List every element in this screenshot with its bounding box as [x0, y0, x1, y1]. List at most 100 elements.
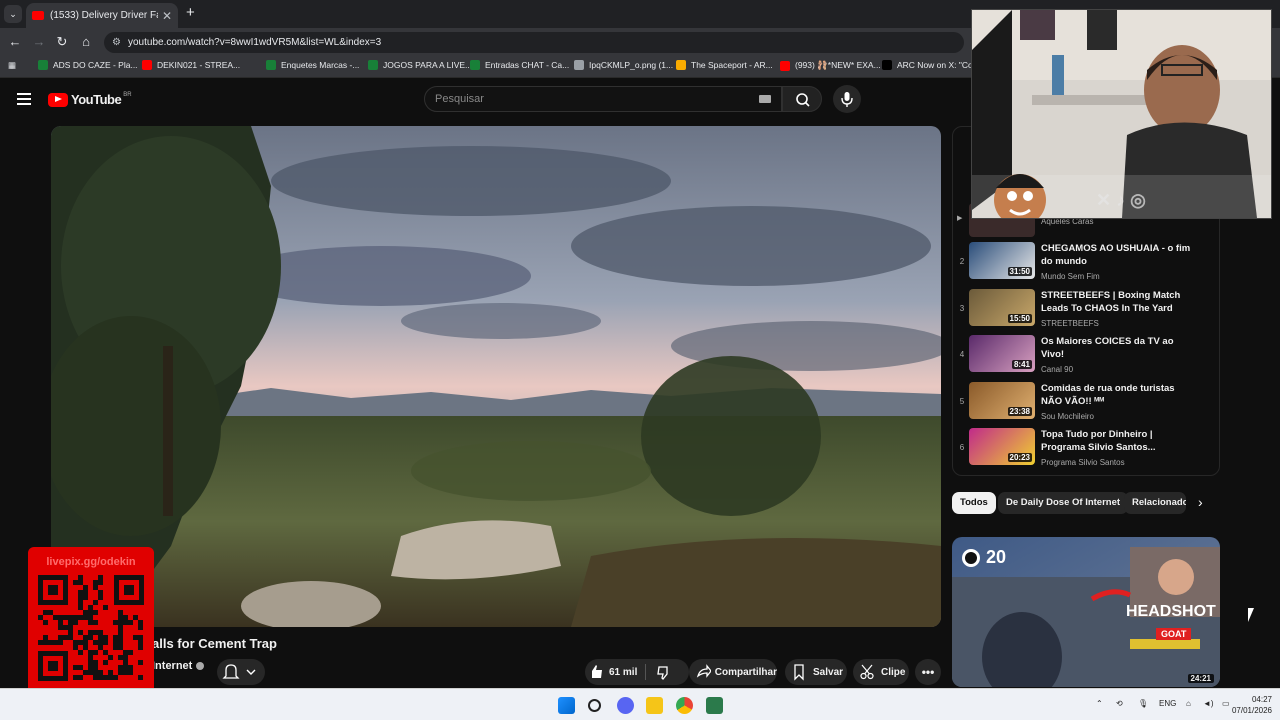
video-duration: 15:50	[1007, 313, 1032, 323]
bookmark-item[interactable]: The Spaceport - AR...	[676, 60, 773, 70]
notification-bell-button[interactable]	[217, 659, 265, 685]
site-info-icon[interactable]: ⚙	[112, 32, 121, 53]
bookmark-label: The Spaceport - AR...	[691, 60, 773, 70]
back-arrow-icon[interactable]: ←	[7, 34, 23, 49]
bookmark-item[interactable]: ADS DO CAZE - Pla...	[38, 60, 138, 70]
youtube-favicon-icon	[32, 11, 44, 20]
calculator-icon[interactable]	[706, 697, 723, 714]
search-icon	[796, 93, 810, 107]
playlist-video-title[interactable]: Topa Tudo por Dinheiro | Programa Silvio…	[1041, 428, 1191, 454]
playlist-thumbnail[interactable]: 23:38	[969, 381, 1035, 419]
playlist-thumbnail[interactable]: 20:23	[969, 428, 1035, 465]
social-icons: ✕ ♪ ◎	[1096, 190, 1146, 210]
new-tab-button[interactable]: +	[186, 4, 195, 21]
battery-icon[interactable]: ▭	[1222, 699, 1230, 708]
playlist-index: 4	[959, 350, 965, 359]
save-button[interactable]: Salvar	[785, 659, 847, 685]
recommended-video-thumbnail[interactable]: 20 HEADSHOT GOAT 24:21	[952, 537, 1220, 687]
playlist-item[interactable]: 4 8:41 Os Maiores COICES da TV ao Vivo! Can…	[957, 335, 1219, 379]
playlist-item[interactable]: 2 31:50 CHEGAMOS AO USHUAIA - o fim do mun…	[957, 242, 1219, 286]
network-icon[interactable]: ⌂	[1186, 699, 1191, 708]
search-box	[424, 86, 782, 112]
bookmark-item[interactable]: IpqCKMLP_o.png (1...	[574, 60, 673, 70]
menu-icon[interactable]	[17, 93, 31, 105]
bookmark-item[interactable]: ARC Now on X: "Co...	[882, 60, 980, 70]
bookmark-item[interactable]: Entradas CHAT - Ca...	[470, 60, 569, 70]
tray-chevron-icon[interactable]: ⌃	[1096, 699, 1103, 708]
tab-title: (1533) Delivery Driver Falls for C	[50, 10, 158, 21]
bookmark-item[interactable]: DEKIN021 - STREA...	[142, 60, 240, 70]
bookmark-item[interactable]: (993) 🩰*NEW* EXA...	[780, 60, 881, 71]
like-count[interactable]: 61 mil	[609, 667, 637, 678]
like-icon[interactable]	[585, 659, 607, 685]
playlist-video-title[interactable]: STREETBEEFS | Boxing Match Leads To CHAO…	[1041, 289, 1191, 315]
bookmark-item[interactable]: JOGOS PARA A LIVE...	[368, 60, 472, 70]
tab-search-button[interactable]: ⌄	[4, 5, 22, 23]
video-player[interactable]	[51, 126, 941, 627]
bookmark-label: Enquetes Marcas -...	[281, 60, 360, 70]
more-actions-button[interactable]: •••	[915, 659, 941, 685]
apps-grid-icon[interactable]: ▦	[8, 60, 16, 71]
browser-tab-active[interactable]: (1533) Delivery Driver Falls for C ✕	[26, 3, 178, 28]
filter-chips: Todos De Daily Dose Of Internet Relacionad…	[952, 492, 1272, 514]
microphone-icon	[841, 92, 853, 107]
bookmark-label: (993) 🩰*NEW* EXA...	[795, 60, 881, 70]
dislike-icon[interactable]	[654, 659, 672, 685]
channel-name[interactable]: Internet	[152, 660, 205, 672]
playlist-item[interactable]: 3 15:50 STREETBEEFS | Boxing Match Leads T…	[957, 288, 1219, 333]
sync-icon[interactable]: ⟲	[1116, 699, 1123, 708]
bookmark-item[interactable]: Enquetes Marcas -...	[266, 60, 359, 70]
playlist-thumbnail[interactable]: 8:41	[969, 335, 1035, 372]
windows-start-icon[interactable]	[558, 697, 575, 714]
video-duration: 8:41	[1011, 360, 1032, 369]
playlist-channel-name: Canal 90	[1041, 365, 1074, 374]
filter-chip[interactable]: Todos	[952, 492, 996, 514]
playlist-channel-name: Sou Mochileiro	[1041, 411, 1094, 421]
bookmark-favicon-icon	[676, 60, 686, 70]
chrome-icon[interactable]	[676, 697, 693, 714]
mic-tray-icon[interactable]: 🎙	[1138, 699, 1148, 708]
forward-arrow-icon[interactable]: →	[31, 34, 47, 49]
chevron-right-icon[interactable]: ›	[1198, 494, 1203, 510]
playlist-thumbnail[interactable]: 15:50	[969, 288, 1035, 326]
keyboard-icon[interactable]	[759, 95, 771, 103]
file-explorer-icon[interactable]	[646, 697, 663, 714]
mouse-cursor-icon	[1248, 608, 1254, 622]
reload-icon[interactable]: ↻	[54, 34, 70, 50]
donation-qr-overlay: livepix.gg/odekin	[28, 547, 154, 695]
playlist-item[interactable]: 5 23:38 Comidas de rua onde turistas NÃO V…	[957, 381, 1219, 426]
playlist-video-title[interactable]: CHEGAMOS AO USHUAIA - o fim do mundo	[1041, 242, 1191, 268]
clip-button[interactable]: Clipe	[853, 659, 909, 685]
home-icon[interactable]: ⌂	[78, 34, 94, 49]
youtube-logo[interactable]: YouTube BR	[48, 92, 132, 107]
bookmark-label: IpqCKMLP_o.png (1...	[589, 60, 674, 70]
filter-chip[interactable]: Relacionado	[1124, 492, 1186, 514]
bookmark-favicon-icon	[368, 60, 378, 70]
address-bar[interactable]: ⚙ youtube.com/watch?v=8wwI1wdVR5M&list=W…	[104, 32, 964, 53]
share-button[interactable]: Compartilhar	[689, 659, 777, 685]
discord-icon[interactable]	[617, 697, 634, 714]
system-clock[interactable]: 04:27 07/01/2026	[1232, 694, 1272, 716]
recommended-duration: 24:21	[1187, 674, 1214, 683]
qr-url: livepix.gg/odekin	[46, 556, 136, 568]
scissors-icon	[860, 664, 874, 680]
voice-search-button[interactable]	[833, 85, 861, 113]
share-icon	[696, 664, 711, 678]
bell-icon	[222, 664, 256, 679]
youtube-logo-text: YouTube	[71, 92, 122, 107]
search-button[interactable]	[782, 86, 822, 112]
like-dislike-group: 61 mil	[585, 659, 689, 685]
volume-icon[interactable]: ◄)	[1203, 699, 1214, 708]
playlist-item[interactable]: 6 20:23 Topa Tudo por Dinheiro | Programa …	[957, 428, 1219, 472]
playlist-thumbnail[interactable]: 31:50	[969, 242, 1035, 279]
kill-count: 20	[986, 547, 1007, 567]
bookmark-favicon-icon	[882, 60, 892, 70]
playlist-video-title[interactable]: Comidas de rua onde turistas NÃO VÃO!! ᴹ…	[1041, 382, 1191, 408]
search-input[interactable]	[425, 87, 745, 111]
playlist-index: 5	[959, 396, 965, 406]
language-indicator[interactable]: ENG	[1159, 699, 1176, 708]
tab-close-icon[interactable]: ✕	[162, 9, 172, 23]
filter-chip[interactable]: De Daily Dose Of Internet	[998, 492, 1129, 514]
playlist-video-title[interactable]: Os Maiores COICES da TV ao Vivo!	[1041, 335, 1191, 361]
search-taskbar-icon[interactable]	[588, 699, 601, 712]
